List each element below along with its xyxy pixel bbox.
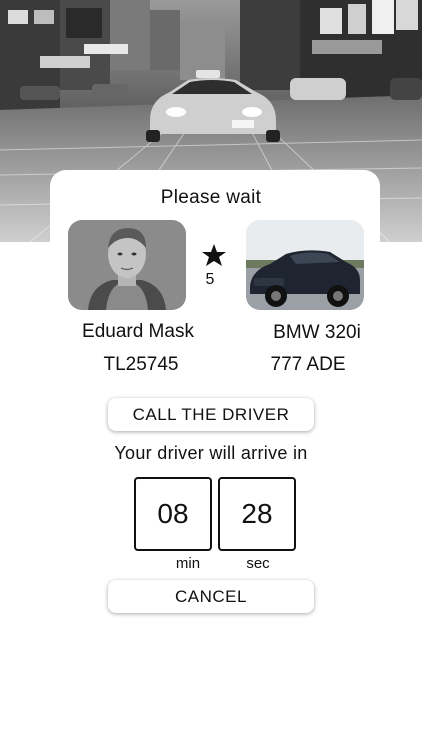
driver-rating: 5 (205, 271, 215, 288)
call-driver-button[interactable]: CALL THE DRIVER (108, 398, 314, 431)
minutes-unit-label: min (175, 555, 201, 572)
seconds-unit-label: sec (246, 555, 270, 572)
driver-photo (68, 220, 186, 310)
car-plate: 777 ADE (270, 354, 346, 375)
car-photo (246, 220, 364, 310)
status-title: Please wait (160, 187, 262, 208)
timer-seconds: 28 (218, 477, 296, 551)
cancel-button[interactable]: CANCEL (108, 580, 314, 613)
driver-id: TL25745 (103, 354, 179, 375)
star-icon (202, 244, 226, 266)
car-model: BMW 320i (273, 322, 361, 343)
arrival-label: Your driver will arrive in (114, 443, 308, 463)
driver-name: Eduard Mask (82, 321, 194, 342)
timer-minutes: 08 (134, 477, 212, 551)
